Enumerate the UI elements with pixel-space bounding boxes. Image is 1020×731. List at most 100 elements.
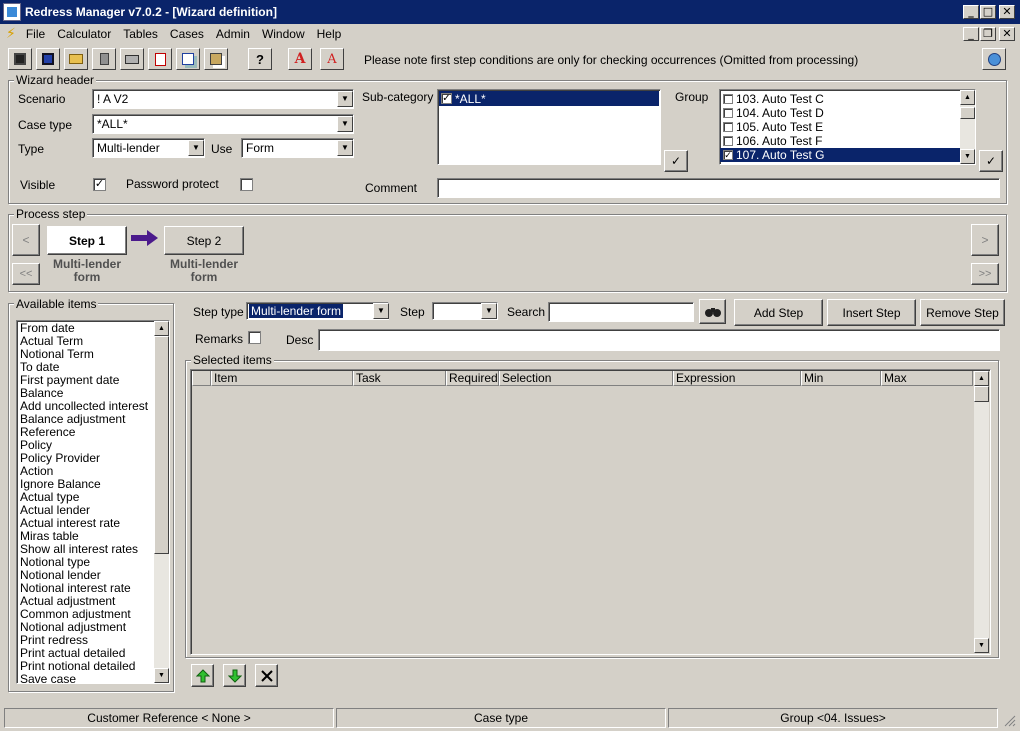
step-1-button[interactable]: Step 1 [47,226,127,255]
column-header-task[interactable]: Task [353,371,446,386]
save-icon[interactable] [8,48,32,70]
scroll-thumb[interactable] [154,336,169,554]
group-item-selected[interactable]: ✓ 107. Auto Test G [720,148,975,162]
menu-admin[interactable]: Admin [210,27,256,41]
group-apply-button[interactable]: ✓ [979,150,1003,172]
group-item[interactable]: 104. Auto Test D [720,106,975,120]
print-icon[interactable] [120,48,144,70]
group-scrollbar[interactable]: ▲ ▼ [960,90,975,164]
group-item[interactable]: 105. Auto Test E [720,120,975,134]
mdi-restore-button[interactable]: ❐ [980,27,996,41]
pdf-icon[interactable] [148,48,172,70]
column-header-item[interactable]: Item [211,371,353,386]
add-step-button[interactable]: Add Step [734,299,823,326]
move-up-button[interactable] [191,664,214,687]
menu-window[interactable]: Window [256,27,311,41]
column-header-min[interactable]: Min [801,371,881,386]
step-type-label: Step type [193,305,244,319]
mdi-close-button[interactable]: ✕ [999,27,1015,41]
menu-calculator[interactable]: Calculator [51,27,117,41]
copy-icon[interactable] [176,48,200,70]
prev-step-button[interactable]: < [12,224,40,256]
font-increase-icon[interactable]: A [288,48,312,70]
search-input[interactable] [548,302,694,322]
group-item-checkbox[interactable]: ✓ [723,150,733,160]
move-down-button[interactable] [223,664,246,687]
step-2-button[interactable]: Step 2 [164,226,244,255]
maximize-button[interactable]: □ [980,5,996,19]
remove-step-button[interactable]: Remove Step [920,299,1005,326]
type-dropdown-icon[interactable]: ▼ [188,140,204,156]
group-item[interactable]: 103. Auto Test C [720,92,975,106]
case-type-dropdown-icon[interactable]: ▼ [337,116,353,132]
remove-item-button[interactable] [255,664,278,687]
remarks-label: Remarks [195,332,244,346]
subcategory-item[interactable]: ✓ *ALL* [439,91,659,106]
step-type-select[interactable]: Multi-lender form [246,302,389,320]
group-item-checkbox[interactable] [723,136,733,146]
scenario-dropdown-icon[interactable]: ▼ [337,91,353,107]
binoculars-icon[interactable] [699,299,726,324]
subcategory-list[interactable]: ✓ *ALL* [437,89,661,165]
insert-step-button[interactable]: Insert Step [827,299,916,326]
remarks-checkbox[interactable] [248,331,261,344]
column-header-max[interactable]: Max [881,371,973,386]
group-item-label: 106. Auto Test F [736,133,823,148]
close-button[interactable]: ✕ [999,5,1015,19]
process-step-group [8,214,1007,292]
step-type-dropdown-icon[interactable]: ▼ [373,303,389,319]
available-item[interactable]: Save case [17,673,154,684]
case-type-select[interactable]: *ALL* [92,114,354,134]
group-item-checkbox[interactable] [723,94,733,104]
paste-icon[interactable] [204,48,228,70]
scroll-down-icon[interactable]: ▼ [154,668,169,683]
search-label: Search [507,305,546,319]
group-item-checkbox[interactable] [723,108,733,118]
resize-grip-icon[interactable] [1002,713,1016,727]
status-group: Group <04. Issues> [668,708,998,728]
comment-input[interactable] [437,178,1000,198]
desc-input[interactable] [318,329,1000,351]
menu-cases[interactable]: Cases [164,27,210,41]
menu-tables[interactable]: Tables [117,27,164,41]
scroll-up-icon[interactable]: ▲ [154,321,169,336]
step-dropdown-icon[interactable]: ▼ [481,303,497,319]
last-step-button[interactable]: >> [971,263,999,285]
save-as-icon[interactable] [36,48,60,70]
open-folder-icon[interactable] [64,48,88,70]
subcategory-item-checkbox[interactable]: ✓ [441,93,452,104]
scroll-thumb[interactable] [974,386,989,402]
font-decrease-icon[interactable]: A [320,48,344,70]
subcategory-apply-button[interactable]: ✓ [664,150,688,172]
use-dropdown-icon[interactable]: ▼ [337,140,353,156]
scroll-up-icon[interactable]: ▲ [974,371,989,386]
delete-icon[interactable] [92,48,116,70]
available-items-list[interactable]: From date Actual Term Notional Term To date… [16,320,170,684]
menu-help[interactable]: Help [311,27,348,41]
scroll-down-icon[interactable]: ▼ [974,638,989,653]
visible-checkbox[interactable]: ✓ [93,178,106,191]
selected-items-scrollbar[interactable]: ▲ ▼ [974,371,989,653]
column-header-required[interactable]: Required [446,371,499,386]
scenario-select[interactable]: ! A V2 [92,89,354,109]
password-protect-checkbox[interactable] [240,178,253,191]
next-step-button[interactable]: > [971,224,999,256]
step-1-caption-line2: form [73,270,101,284]
menu-file[interactable]: File [20,27,51,41]
group-item[interactable]: 106. Auto Test F [720,134,975,148]
column-header-expression[interactable]: Expression [673,371,801,386]
column-header-selection[interactable]: Selection [499,371,673,386]
help-icon[interactable]: ? [248,48,272,70]
scroll-down-icon[interactable]: ▼ [960,149,975,164]
scroll-up-icon[interactable]: ▲ [960,90,975,105]
scroll-thumb[interactable] [960,107,975,119]
mdi-minimize-button[interactable]: _ [963,27,979,41]
step-2-caption-line2: form [190,270,218,284]
group-item-checkbox[interactable] [723,122,733,132]
globe-icon[interactable] [982,48,1006,70]
selected-items-grid[interactable]: Item Task Required Selection Expression … [190,369,991,655]
group-list[interactable]: 103. Auto Test C 104. Auto Test D 105. A… [719,89,976,165]
available-items-scrollbar[interactable]: ▲ ▼ [154,321,169,683]
first-step-button[interactable]: << [12,263,40,285]
minimize-button[interactable]: _ [963,5,979,19]
